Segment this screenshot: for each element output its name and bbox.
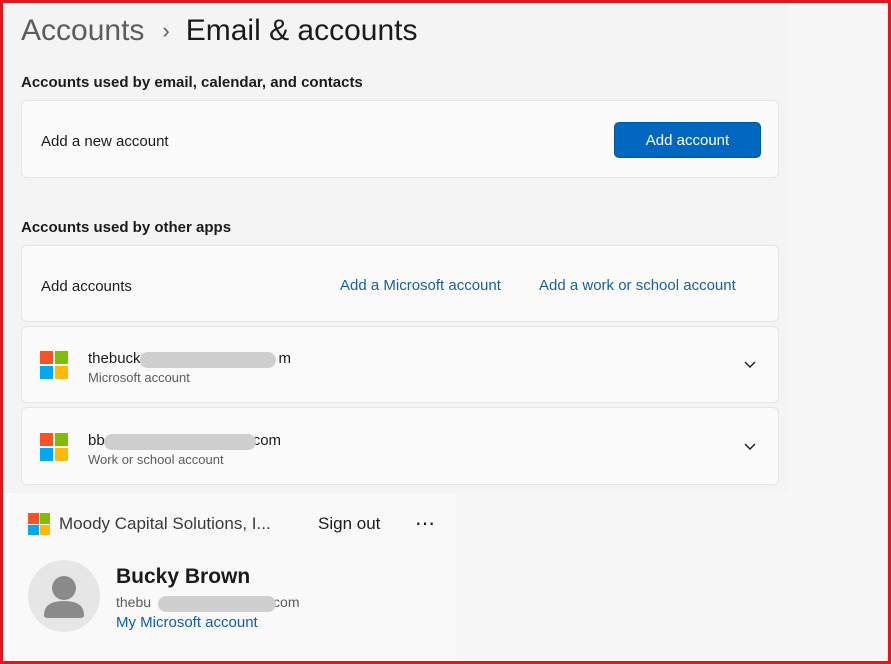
redaction-mask	[104, 434, 256, 450]
chevron-down-icon[interactable]	[740, 437, 760, 457]
account-type: Microsoft account	[88, 370, 190, 385]
add-accounts-card: Add accounts Add a Microsoft account Add…	[21, 245, 779, 322]
breadcrumb: Accounts › Email & accounts	[21, 14, 418, 48]
settings-page: Accounts › Email & accounts Accounts use…	[3, 3, 788, 493]
add-new-account-label: Add a new account	[41, 133, 169, 150]
user-name: Bucky Brown	[116, 565, 251, 588]
microsoft-logo-icon	[28, 513, 50, 535]
page-title: Email & accounts	[185, 14, 418, 47]
microsoft-logo-icon	[40, 351, 68, 379]
redaction-mask	[158, 596, 276, 612]
email-section-title: Accounts used by email, calendar, and co…	[21, 74, 363, 91]
account-row[interactable]: thebuck m Microsoft account	[21, 326, 779, 403]
avatar[interactable]	[28, 560, 100, 632]
background-area	[788, 3, 888, 661]
organization-name: Moody Capital Solutions, I...	[59, 514, 271, 533]
redaction-mask	[140, 352, 276, 368]
add-work-school-account-link[interactable]: Add a work or school account	[539, 277, 736, 294]
chevron-down-icon[interactable]	[740, 355, 760, 375]
more-options-icon[interactable]: ⋯	[415, 511, 436, 536]
person-icon	[44, 576, 84, 618]
account-type: Work or school account	[88, 452, 224, 467]
add-accounts-label: Add accounts	[41, 278, 132, 295]
sign-out-button[interactable]: Sign out	[318, 514, 380, 534]
add-new-account-card: Add a new account Add account	[21, 100, 779, 178]
background-area	[455, 493, 788, 661]
add-microsoft-account-link[interactable]: Add a Microsoft account	[340, 277, 501, 294]
add-account-button[interactable]: Add account	[614, 122, 761, 158]
breadcrumb-chevron-icon: ›	[162, 18, 170, 43]
microsoft-logo-icon	[40, 433, 68, 461]
breadcrumb-accounts[interactable]: Accounts	[21, 14, 144, 48]
account-flyout: Moody Capital Solutions, I... Sign out ⋯…	[10, 493, 455, 661]
my-microsoft-account-link[interactable]: My Microsoft account	[116, 614, 258, 631]
other-apps-section-title: Accounts used by other apps	[21, 219, 232, 236]
account-row[interactable]: bb com Work or school account	[21, 407, 779, 485]
